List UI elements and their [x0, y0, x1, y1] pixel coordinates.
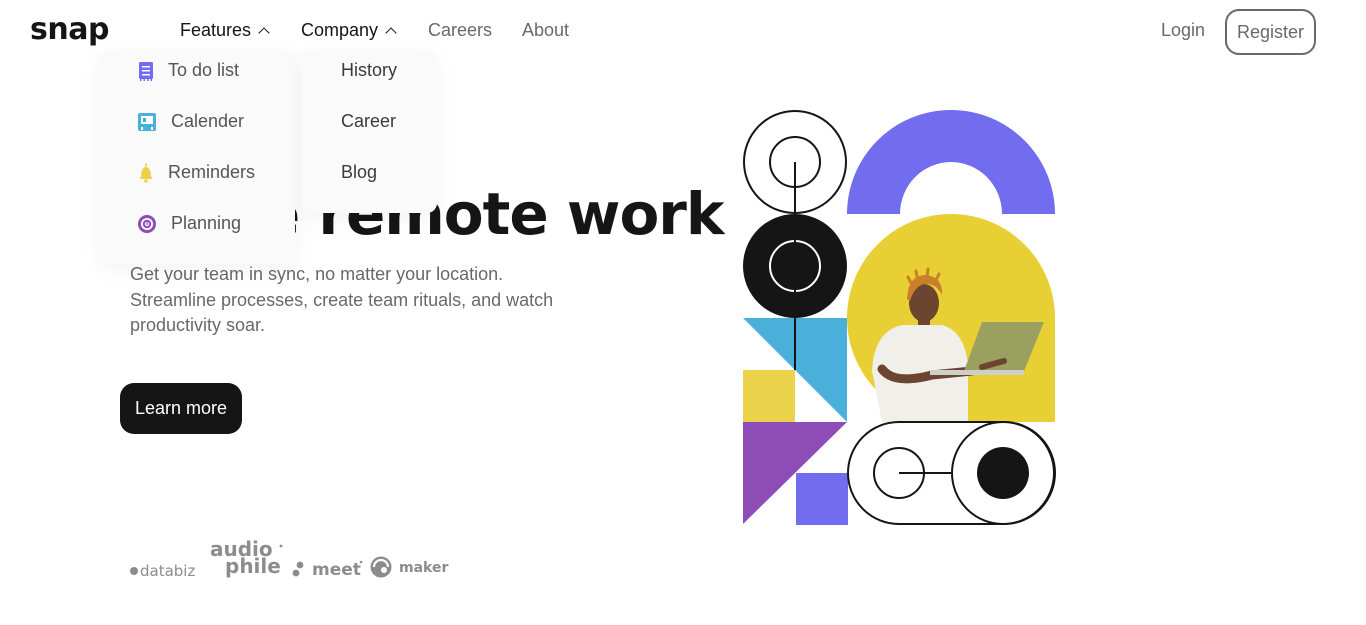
nav-features-label: Features: [180, 20, 252, 40]
nav-careers[interactable]: Careers: [428, 20, 492, 41]
company-item-history[interactable]: History: [341, 60, 397, 81]
svg-text:phile: phile: [225, 554, 281, 578]
todo-list-icon: [139, 61, 153, 81]
features-item-calendar[interactable]: Calender: [137, 111, 244, 132]
nav-company[interactable]: Company: [301, 20, 397, 41]
maker-logo-text: maker: [399, 560, 448, 576]
client-logos: databiz audio phile meet maker: [130, 540, 448, 580]
nav-features[interactable]: Features: [180, 20, 270, 41]
chevron-up-icon: [385, 27, 397, 39]
nav-careers-label: Careers: [428, 20, 493, 40]
brand-logo[interactable]: snap: [30, 12, 109, 47]
learn-more-button[interactable]: Learn more: [120, 383, 242, 434]
toggle-pill-shape: [847, 421, 1056, 525]
meet-logo: meet: [292, 560, 363, 580]
calendar-icon: [138, 112, 156, 131]
reminders-bell-icon: [140, 163, 152, 183]
features-item-label: To do list: [168, 60, 240, 80]
features-item-label: Reminders: [168, 162, 256, 182]
hero-illustration: [743, 110, 1056, 525]
features-item-todo-list[interactable]: To do list: [136, 60, 239, 81]
nav-about-label: About: [522, 20, 570, 40]
databiz-logo: databiz: [130, 562, 195, 580]
company-item-career[interactable]: Career: [341, 111, 396, 132]
meet-logo-text: meet: [312, 560, 361, 580]
hero-photo: [847, 214, 1055, 422]
nav-about[interactable]: About: [522, 20, 569, 41]
features-dropdown: To do list Calender Reminders Planning: [100, 50, 295, 264]
company-item-label: History: [341, 60, 398, 80]
register-button[interactable]: Register: [1225, 9, 1316, 55]
planning-icon: [138, 214, 156, 233]
company-item-label: Blog: [341, 162, 378, 182]
login-link[interactable]: Login: [1161, 20, 1205, 41]
audiophile-logo: audio phile: [210, 540, 283, 578]
databiz-logo-text: databiz: [140, 562, 195, 580]
features-item-planning[interactable]: Planning: [137, 213, 241, 234]
company-item-label: Career: [341, 111, 397, 131]
maker-logo: maker: [370, 556, 448, 578]
company-item-blog[interactable]: Blog: [341, 162, 377, 183]
features-item-reminders[interactable]: Reminders: [136, 162, 255, 183]
features-item-label: Planning: [171, 213, 242, 233]
features-item-label: Calender: [171, 111, 245, 131]
nav-company-label: Company: [301, 20, 379, 40]
hero-description: Get your team in sync, no matter your lo…: [130, 264, 554, 335]
company-dropdown: History Career Blog: [301, 50, 437, 213]
purple-square-shape: [796, 473, 848, 525]
chevron-up-icon: [258, 27, 270, 39]
purple-arch-shape: [847, 110, 1055, 214]
yellow-square-shape: [743, 370, 795, 422]
